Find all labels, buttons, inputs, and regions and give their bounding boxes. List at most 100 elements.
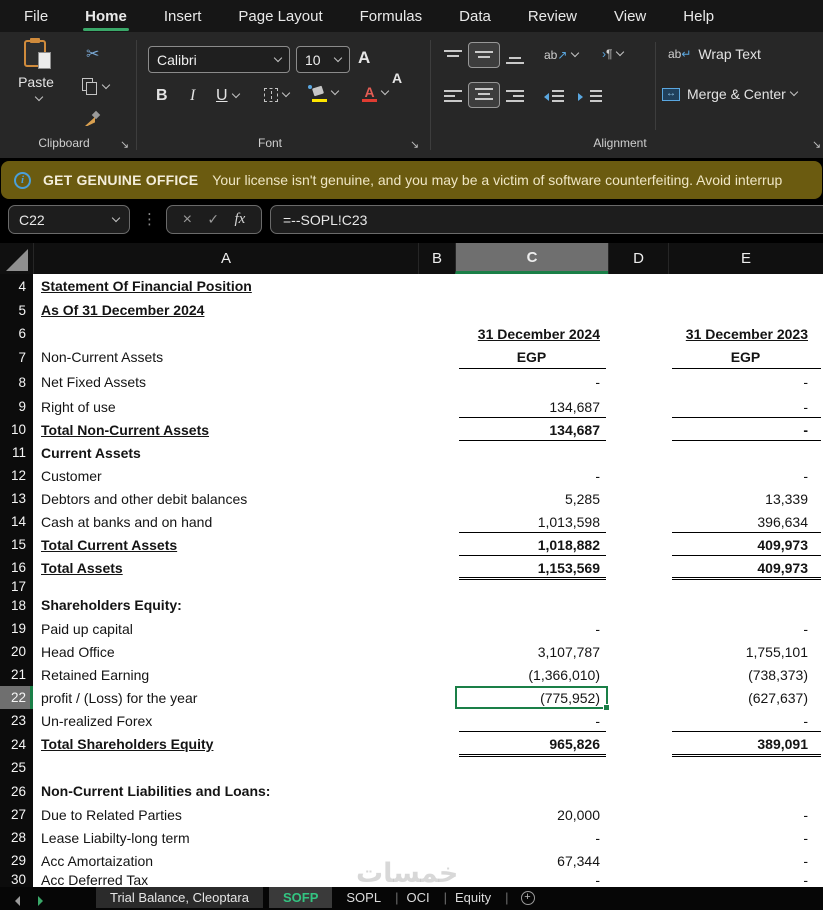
align-left-button[interactable] bbox=[444, 90, 462, 104]
cell-C29[interactable]: 67,344 bbox=[455, 849, 608, 872]
sheet-tab-sofp[interactable]: SOFP bbox=[268, 887, 333, 908]
cell-C12[interactable]: - bbox=[455, 464, 608, 487]
cell-A5[interactable]: As Of 31 December 2024 bbox=[33, 298, 418, 322]
cell-A4[interactable]: Statement Of Financial Position bbox=[33, 274, 418, 298]
cell-D4[interactable] bbox=[608, 274, 668, 298]
borders-dropdown[interactable] bbox=[281, 88, 291, 98]
cancel-icon[interactable]: × bbox=[183, 211, 192, 229]
cell-A11[interactable]: Current Assets bbox=[33, 441, 418, 464]
row-header-17[interactable]: 17 bbox=[0, 579, 33, 593]
cell-D26[interactable] bbox=[608, 779, 668, 803]
name-box-dropdown-icon[interactable] bbox=[111, 213, 121, 222]
row-header-15[interactable]: 15 bbox=[0, 533, 33, 556]
row-header-16[interactable]: 16 bbox=[0, 556, 33, 579]
cell-E27[interactable]: - bbox=[668, 803, 823, 826]
cell-E26[interactable] bbox=[668, 779, 823, 803]
row-header-13[interactable]: 13 bbox=[0, 487, 33, 510]
cell-D12[interactable] bbox=[608, 464, 668, 487]
sheet-nav-left-icon[interactable] bbox=[10, 896, 20, 906]
cell-D11[interactable] bbox=[608, 441, 668, 464]
text-direction-dropdown[interactable] bbox=[616, 47, 625, 57]
cell-B4[interactable] bbox=[418, 274, 455, 298]
cell-B25[interactable] bbox=[418, 756, 455, 779]
decrease-indent-button[interactable] bbox=[540, 90, 564, 104]
cell-A27[interactable]: Due to Related Parties bbox=[33, 803, 418, 826]
cell-D25[interactable] bbox=[608, 756, 668, 779]
format-painter-button[interactable] bbox=[84, 110, 101, 128]
cell-A8[interactable]: Net Fixed Assets bbox=[33, 369, 418, 395]
merge-center-dropdown[interactable] bbox=[789, 87, 799, 97]
cell-E9[interactable]: - bbox=[668, 395, 823, 418]
row-header-26[interactable]: 26 bbox=[0, 779, 33, 803]
row-header-8[interactable]: 8 bbox=[0, 369, 33, 395]
cell-B10[interactable] bbox=[418, 418, 455, 441]
column-header-A[interactable]: A bbox=[33, 243, 418, 274]
row-header-7[interactable]: 7 bbox=[0, 345, 33, 369]
menu-tab-review[interactable]: Review bbox=[526, 0, 579, 32]
clipboard-dialog-launcher-icon[interactable]: ↘ bbox=[120, 138, 129, 151]
cell-E20[interactable]: 1,755,101 bbox=[668, 640, 823, 663]
cell-E30[interactable]: - bbox=[668, 872, 823, 888]
cell-C6[interactable]: 31 December 2024 bbox=[455, 322, 608, 345]
cell-E7[interactable]: EGP bbox=[668, 345, 823, 369]
cell-E19[interactable]: - bbox=[668, 617, 823, 640]
text-direction-button[interactable]: ›¶ bbox=[602, 47, 625, 61]
cell-A18[interactable]: Shareholders Equity: bbox=[33, 593, 418, 617]
cell-E6[interactable]: 31 December 2023 bbox=[668, 322, 823, 345]
cell-D13[interactable] bbox=[608, 487, 668, 510]
cell-C15[interactable]: 1,018,882 bbox=[455, 533, 608, 556]
cell-D5[interactable] bbox=[608, 298, 668, 322]
cell-A15[interactable]: Total Current Assets bbox=[33, 533, 418, 556]
cell-D29[interactable] bbox=[608, 849, 668, 872]
cell-A29[interactable]: Acc Amortaization bbox=[33, 849, 418, 872]
cell-C21[interactable]: (1,366,010) bbox=[455, 663, 608, 686]
cell-E4[interactable] bbox=[668, 274, 823, 298]
top-align-button[interactable] bbox=[444, 50, 462, 64]
sheet-tab-equity[interactable]: Equity bbox=[447, 887, 499, 908]
wrap-text-button[interactable]: ab↵ Wrap Text bbox=[668, 46, 761, 62]
row-header-30[interactable]: 30 bbox=[0, 872, 33, 887]
cell-C25[interactable] bbox=[455, 756, 608, 779]
font-size-combo[interactable]: 10 bbox=[296, 46, 350, 73]
cell-C18[interactable] bbox=[455, 593, 608, 617]
cell-C14[interactable]: 1,013,598 bbox=[455, 510, 608, 533]
menu-tab-data[interactable]: Data bbox=[457, 0, 493, 32]
cell-A20[interactable]: Head Office bbox=[33, 640, 418, 663]
middle-align-button[interactable] bbox=[468, 42, 500, 68]
copy-button[interactable] bbox=[82, 78, 111, 95]
underline-dropdown[interactable] bbox=[231, 89, 240, 99]
cell-B23[interactable] bbox=[418, 709, 455, 732]
cell-B15[interactable] bbox=[418, 533, 455, 556]
column-header-B[interactable]: B bbox=[418, 243, 455, 274]
cell-E10[interactable]: - bbox=[668, 418, 823, 441]
row-header-21[interactable]: 21 bbox=[0, 663, 33, 686]
font-dialog-launcher-icon[interactable]: ↘ bbox=[410, 138, 419, 151]
cell-A28[interactable]: Lease Liabilty-long term bbox=[33, 826, 418, 849]
cell-D14[interactable] bbox=[608, 510, 668, 533]
cell-E18[interactable] bbox=[668, 593, 823, 617]
cell-E25[interactable] bbox=[668, 756, 823, 779]
orientation-dropdown[interactable] bbox=[571, 48, 580, 58]
cell-B20[interactable] bbox=[418, 640, 455, 663]
cell-C11[interactable] bbox=[455, 441, 608, 464]
row-header-4[interactable]: 4 bbox=[0, 274, 33, 298]
cell-E24[interactable]: 389,091 bbox=[668, 732, 823, 757]
align-right-button[interactable] bbox=[506, 90, 524, 104]
cell-C8[interactable]: - bbox=[455, 369, 608, 395]
row-header-25[interactable]: 25 bbox=[0, 756, 33, 779]
insert-function-icon[interactable]: fx bbox=[234, 211, 245, 228]
cell-D21[interactable] bbox=[608, 663, 668, 686]
cell-C5[interactable] bbox=[455, 298, 608, 322]
cell-B22[interactable] bbox=[418, 686, 455, 709]
cell-E22[interactable]: (627,637) bbox=[668, 686, 823, 709]
row-header-19[interactable]: 19 bbox=[0, 617, 33, 640]
cell-D20[interactable] bbox=[608, 640, 668, 663]
cell-C20[interactable]: 3,107,787 bbox=[455, 640, 608, 663]
cell-C30[interactable]: - bbox=[455, 872, 608, 888]
increase-indent-button[interactable] bbox=[578, 90, 602, 104]
cell-E15[interactable]: 409,973 bbox=[668, 533, 823, 556]
cell-C22[interactable]: (775,952) bbox=[455, 686, 610, 711]
cell-E17[interactable] bbox=[668, 579, 823, 593]
row-header-11[interactable]: 11 bbox=[0, 441, 33, 464]
row-header-14[interactable]: 14 bbox=[0, 510, 33, 533]
